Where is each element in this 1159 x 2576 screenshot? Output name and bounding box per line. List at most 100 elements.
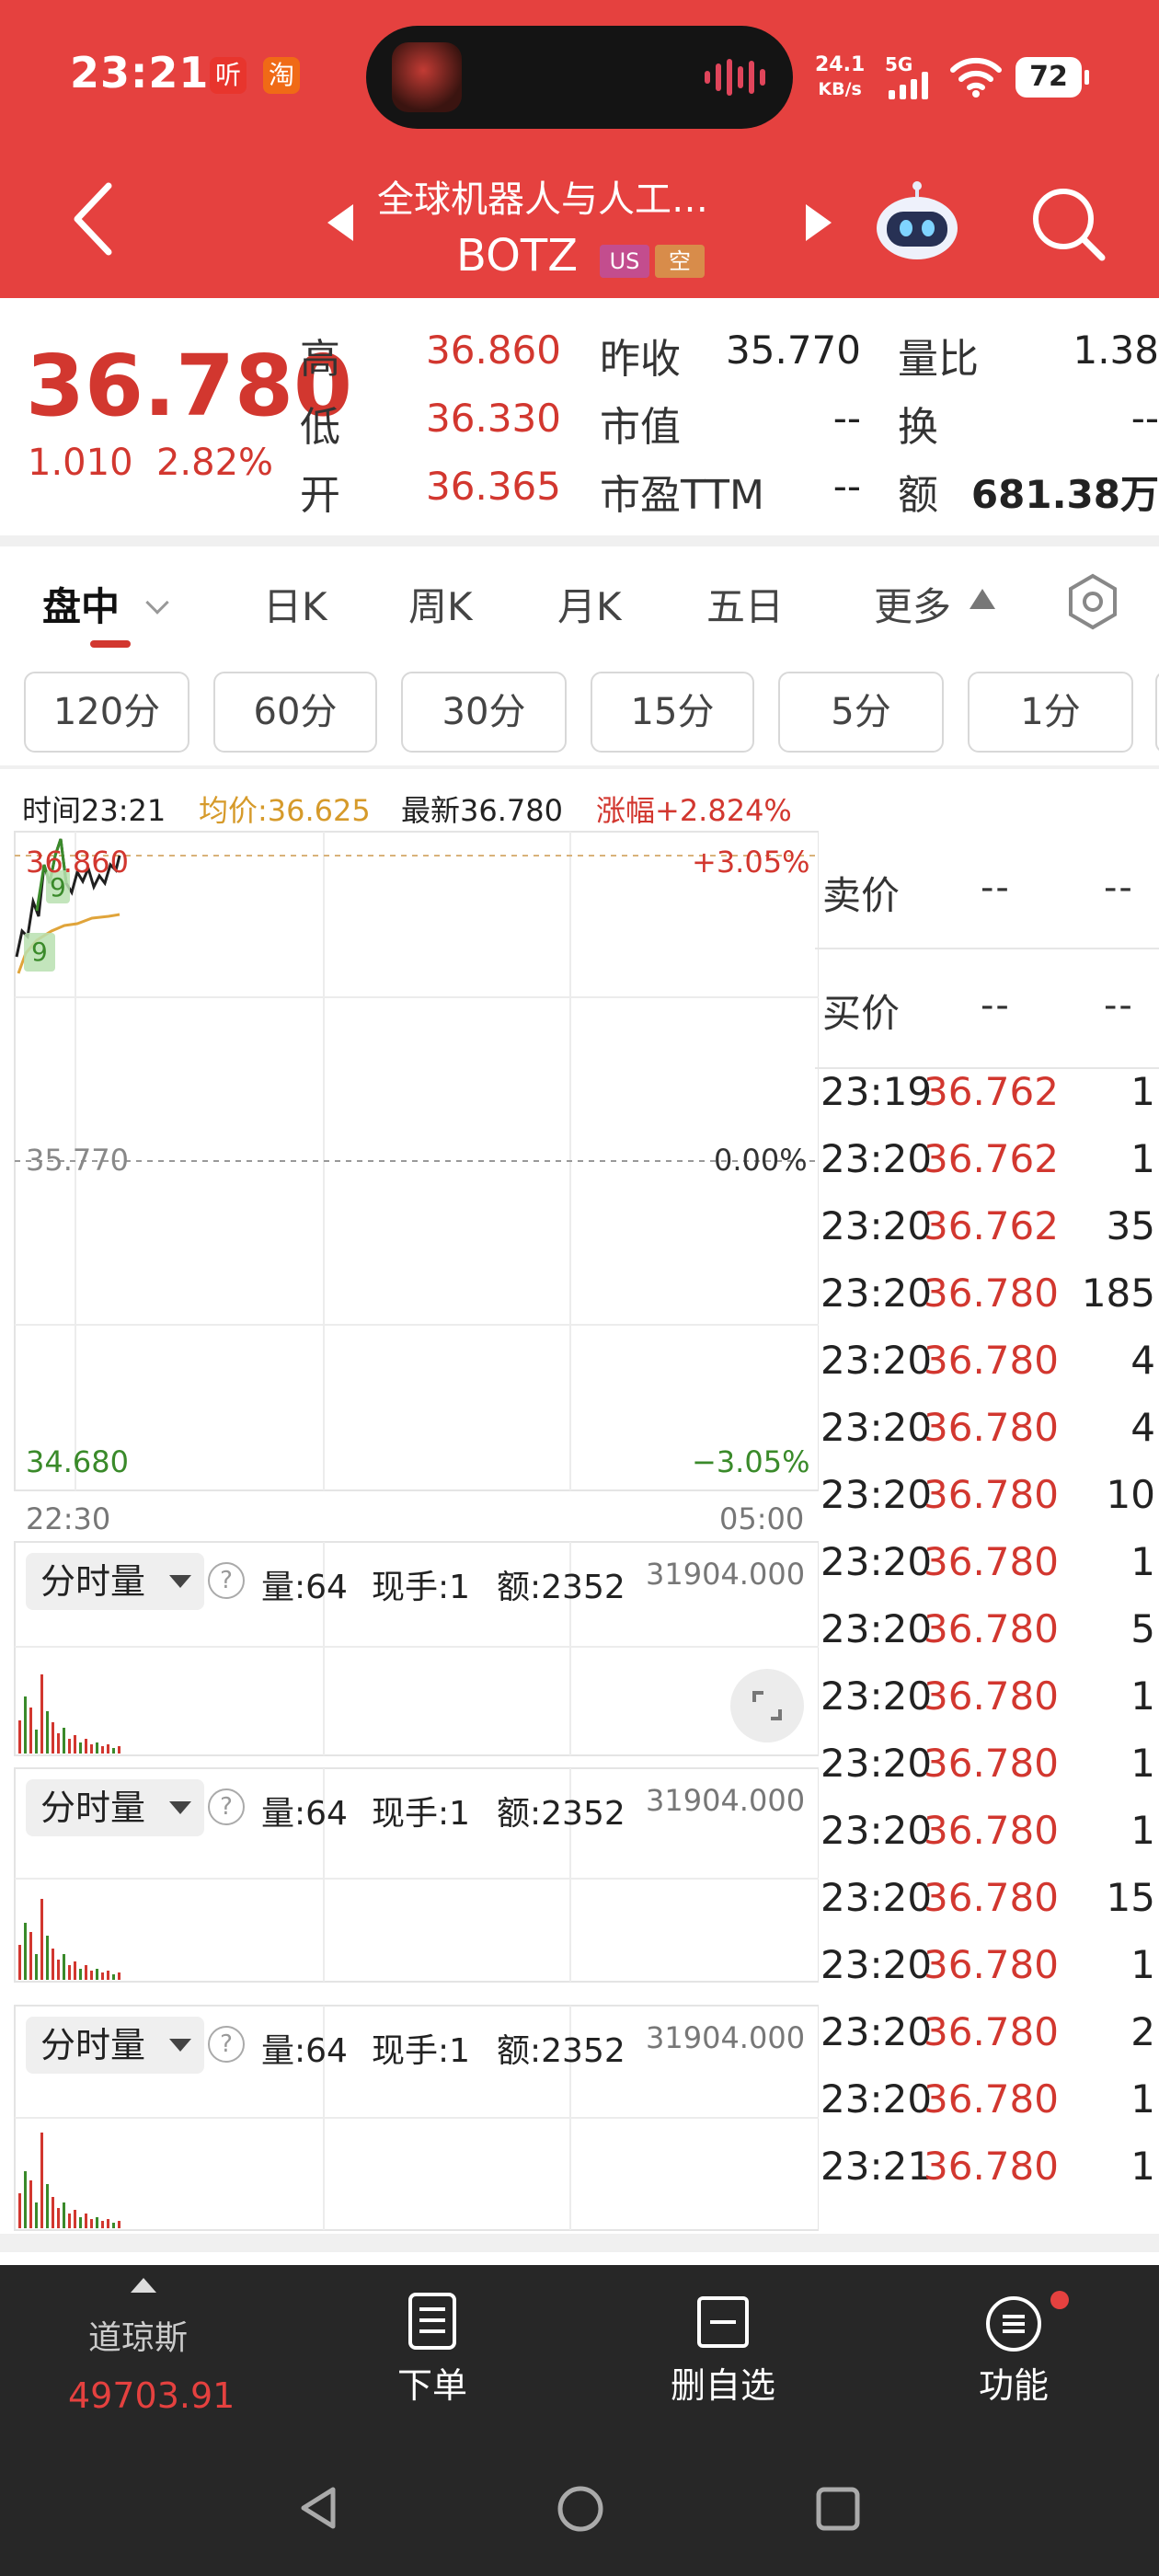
- system-recents-icon[interactable]: [815, 2486, 861, 2532]
- tick-time: 23:20: [820, 1539, 933, 1584]
- help-icon[interactable]: ?: [208, 1562, 245, 1599]
- app-badge-ting: 听: [210, 57, 247, 94]
- nav-functions[interactable]: 功能: [957, 2357, 1071, 2408]
- ai-robot-icon[interactable]: [874, 180, 960, 263]
- tick-price: 36.780: [924, 2144, 1059, 2189]
- open-value: 36.365: [426, 464, 561, 509]
- chart-zero-pct: 0.00%: [714, 1143, 808, 1178]
- turnover-value: --: [1130, 396, 1159, 441]
- prev-stock-icon[interactable]: [327, 204, 353, 241]
- tick-price: 36.780: [924, 1673, 1059, 1719]
- tab-week-k[interactable]: 周K: [408, 576, 473, 632]
- tick-price: 36.762: [924, 1203, 1059, 1248]
- info-latest: 最新36.780: [401, 793, 563, 828]
- interval-15m-button[interactable]: 15分: [591, 672, 754, 753]
- back-arrow-icon[interactable]: [66, 180, 121, 258]
- volume-ratio-label: 量比: [898, 336, 979, 383]
- battery-indicator: 72: [1016, 57, 1089, 98]
- expand-up-icon[interactable]: [131, 2278, 156, 2293]
- amount-label: 额: [898, 472, 938, 519]
- change-amount: 1.010: [28, 442, 133, 484]
- low-label: 低: [300, 404, 340, 451]
- prev-close-value: 35.770: [726, 328, 861, 373]
- status-time: 23:21: [70, 48, 210, 98]
- interval-1m-button[interactable]: 1分: [968, 672, 1133, 753]
- tick-row: 23:20 36.780 1: [820, 1730, 1159, 1797]
- interval-more-button[interactable]: [1155, 672, 1159, 753]
- prev-close-label: 昨收: [600, 336, 681, 383]
- tick-time: 23:20: [820, 1338, 933, 1383]
- system-back-icon[interactable]: [296, 2484, 342, 2532]
- volume-max-2: 31904.000: [646, 1783, 806, 1818]
- order-icon[interactable]: [405, 2291, 460, 2353]
- volume-max-3: 31904.000: [646, 2020, 806, 2055]
- nav-order[interactable]: 下单: [386, 2357, 478, 2408]
- ask-label: 卖价: [822, 873, 901, 918]
- interval-60m-button[interactable]: 60分: [213, 672, 377, 753]
- tick-row: 23:20 36.780 4: [820, 1394, 1159, 1461]
- chart-settings-icon[interactable]: [1063, 572, 1122, 631]
- tab-five-day[interactable]: 五日: [706, 576, 784, 632]
- tick-row: 23:20 36.780 1: [820, 2065, 1159, 2133]
- tick-volume: 1: [1130, 1808, 1155, 1853]
- ask-qty: --: [1104, 867, 1134, 909]
- tick-price: 36.780: [924, 1741, 1059, 1786]
- volume-bars-2: [18, 1899, 120, 1980]
- chart-end-time: 05:00: [719, 1501, 805, 1536]
- help-icon[interactable]: ?: [208, 2026, 245, 2063]
- tab-intraday[interactable]: 盘中: [42, 576, 120, 632]
- expand-chart-button[interactable]: [730, 1669, 804, 1742]
- tick-row: 23:20 36.780 15: [820, 1864, 1159, 1931]
- section-divider: [0, 2234, 1159, 2252]
- stock-symbol: BOTZ: [456, 230, 579, 282]
- volume-value-2: 量:64: [261, 1795, 348, 1833]
- info-time: 时间23:21: [22, 793, 166, 828]
- dynamic-island[interactable]: [366, 26, 793, 129]
- tick-price: 36.780: [924, 2076, 1059, 2122]
- interval-120m-button[interactable]: 120分: [24, 672, 189, 753]
- net-speed-unit: KB/s: [818, 79, 862, 99]
- tab-month-k[interactable]: 月K: [557, 576, 622, 632]
- tab-more[interactable]: 更多: [874, 576, 951, 632]
- functions-icon[interactable]: [984, 2294, 1043, 2353]
- audio-wave-icon: [705, 57, 765, 98]
- market-cap-value: --: [832, 396, 861, 441]
- interval-5m-button[interactable]: 5分: [778, 672, 944, 753]
- search-icon[interactable]: [1028, 184, 1107, 263]
- chart-prev-close-price: 35.770: [26, 1143, 129, 1178]
- tick-volume: 2: [1130, 2009, 1155, 2054]
- tick-volume: 1: [1130, 1539, 1155, 1584]
- app-badge-taobao: 淘: [263, 57, 300, 94]
- volume-indicator-dropdown-2[interactable]: 分时量: [26, 1779, 204, 1836]
- volume-max-1: 31904.000: [646, 1557, 806, 1592]
- tick-time: 23:20: [820, 1875, 933, 1920]
- tab-day-k[interactable]: 日K: [263, 576, 327, 632]
- next-stock-icon[interactable]: [806, 204, 832, 241]
- wifi-icon: [950, 57, 1002, 98]
- interval-30m-button[interactable]: 30分: [401, 672, 567, 753]
- tick-row: 23:20 36.780 185: [820, 1259, 1159, 1327]
- index-name[interactable]: 道琼斯: [88, 2311, 188, 2359]
- tick-volume: 4: [1130, 1405, 1155, 1450]
- chart-start-time: 22:30: [26, 1501, 111, 1536]
- chart-high-marker: 9: [50, 872, 66, 903]
- turnover-label: 换: [898, 404, 938, 451]
- tick-row: 23:20 36.780 4: [820, 1327, 1159, 1394]
- system-home-icon[interactable]: [556, 2484, 605, 2534]
- nav-remove-watchlist[interactable]: 删自选: [659, 2357, 787, 2408]
- tick-volume: 1: [1130, 2076, 1155, 2122]
- volume-ratio-value: 1.38: [1073, 328, 1159, 373]
- market-cap-label: 市值: [600, 404, 681, 451]
- tick-time: 23:20: [820, 2009, 933, 2054]
- tick-time: 23:20: [820, 1271, 933, 1316]
- caret-up-icon[interactable]: [970, 589, 995, 609]
- help-icon[interactable]: ?: [208, 1788, 245, 1825]
- tick-row: 23:20 36.780 2: [820, 1998, 1159, 2065]
- remove-watchlist-icon[interactable]: [695, 2294, 751, 2350]
- volume-indicator-dropdown-3[interactable]: 分时量: [26, 2017, 204, 2074]
- tick-volume: 1: [1130, 1942, 1155, 1987]
- amount-value-1: 额:2352: [497, 1569, 625, 1606]
- tick-volume: 15: [1106, 1875, 1155, 1920]
- volume-indicator-dropdown-1[interactable]: 分时量: [26, 1553, 204, 1610]
- chevron-down-icon[interactable]: [145, 591, 169, 615]
